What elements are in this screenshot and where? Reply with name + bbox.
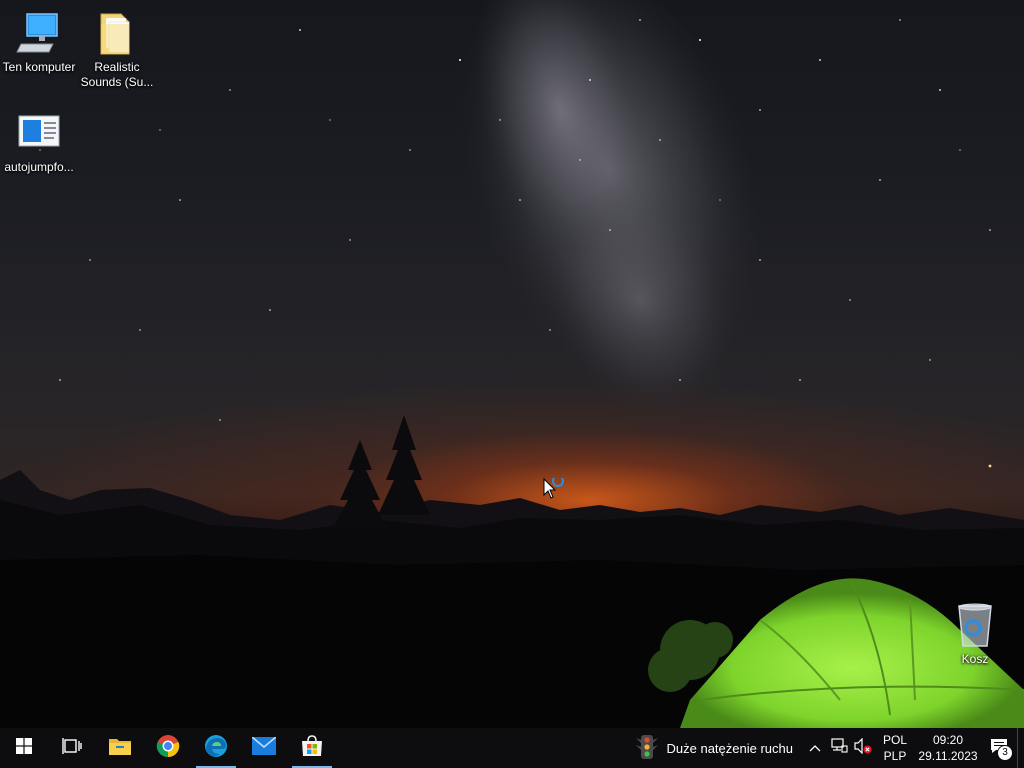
desktop-icon-label: Realistic Sounds (Su...: [80, 60, 154, 89]
clock-date: 29.11.2023: [918, 749, 978, 763]
task-view-button[interactable]: [48, 728, 96, 768]
keyboard-layout-code: PLP: [883, 749, 907, 763]
input-language-indicator[interactable]: POL PLP: [875, 732, 915, 764]
desktop-wallpaper: [0, 0, 1024, 728]
edge-icon: [204, 734, 228, 763]
file-explorer-icon: [108, 736, 132, 761]
mouse-cursor-busy-icon: [543, 475, 567, 507]
taskbar-chrome[interactable]: [144, 728, 192, 768]
desktop-icon-label: Kosz: [961, 652, 989, 666]
language-code: POL: [882, 733, 907, 747]
show-hidden-icons-button[interactable]: [803, 728, 827, 768]
taskbar-store[interactable]: [288, 728, 336, 768]
network-button[interactable]: [827, 728, 851, 768]
show-desktop-button[interactable]: [1017, 728, 1024, 768]
chevron-up-icon: [809, 739, 821, 757]
task-view-icon: [62, 737, 82, 760]
taskbar-edge[interactable]: [192, 728, 240, 768]
windows-start-icon: [16, 737, 32, 759]
this-pc-icon: [15, 10, 63, 58]
taskbar: Duże natężenie ruchu POL PLP 09:20 29.11…: [0, 728, 1024, 768]
folder-icon: [93, 10, 141, 58]
volume-muted-icon: [854, 737, 872, 759]
wallpaper-scene: [0, 0, 1024, 728]
clock-time: 09:20: [932, 733, 964, 747]
desktop-icon-label: autojumpfo...: [4, 160, 74, 174]
chrome-icon: [156, 734, 180, 763]
network-icon: [830, 737, 848, 759]
desktop-icon-autojumpfo[interactable]: autojumpfo...: [0, 110, 78, 175]
recycle-bin-icon: [951, 602, 999, 650]
desktop-icon-recycle-bin[interactable]: Kosz: [936, 602, 1014, 667]
document-icon: [15, 110, 63, 158]
taskbar-mail[interactable]: [240, 728, 288, 768]
traffic-light-icon: [635, 734, 658, 762]
desktop-icon-realistic-sounds[interactable]: Realistic Sounds (Su...: [78, 10, 156, 90]
clock[interactable]: 09:20 29.11.2023: [915, 732, 981, 764]
news-weather-text: Duże natężenie ruchu: [666, 740, 793, 756]
notification-count-badge: 3: [997, 745, 1013, 761]
volume-button[interactable]: [851, 728, 875, 768]
news-weather-widget[interactable]: Duże natężenie ruchu: [626, 728, 803, 768]
desktop-icon-label: Ten komputer: [2, 60, 76, 74]
action-center-button[interactable]: 3: [981, 728, 1017, 768]
mail-icon: [251, 735, 277, 760]
taskbar-file-explorer[interactable]: [96, 728, 144, 768]
store-icon: [301, 734, 323, 762]
start-button[interactable]: [0, 728, 48, 768]
system-tray: Duże natężenie ruchu POL PLP 09:20 29.11…: [626, 728, 1024, 768]
desktop-icon-this-pc[interactable]: Ten komputer: [0, 10, 78, 75]
